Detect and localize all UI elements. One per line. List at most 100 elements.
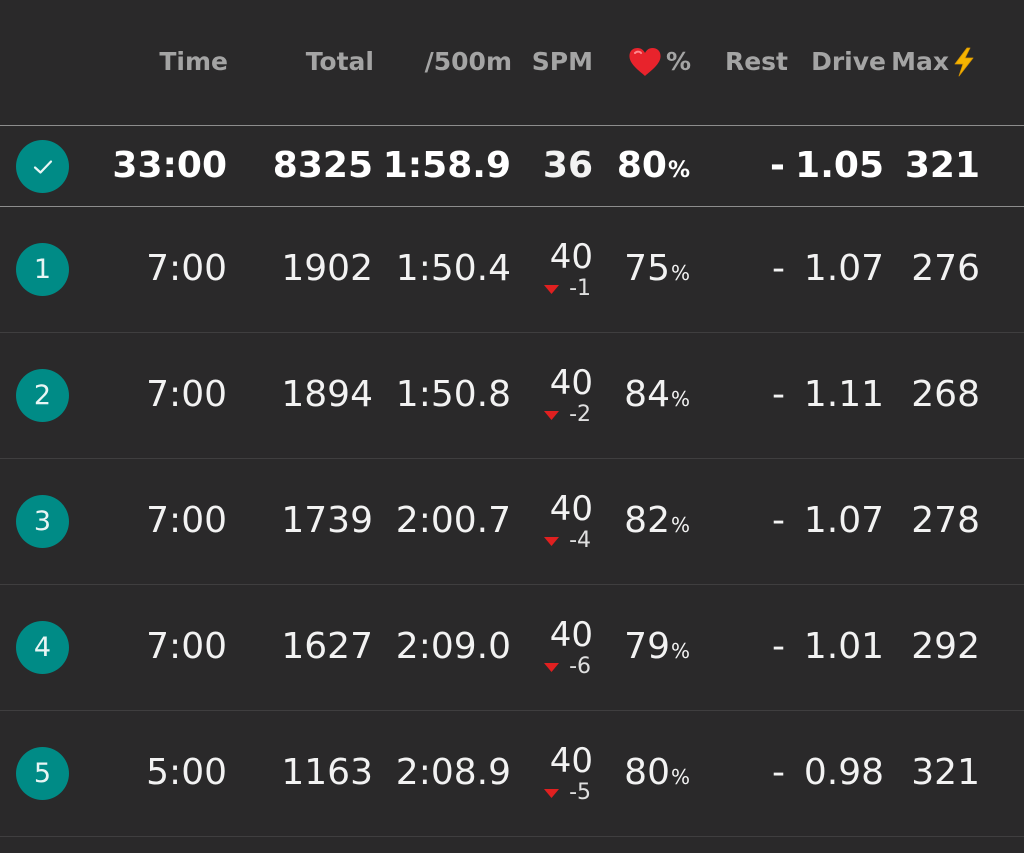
down-arrow-icon	[544, 284, 560, 294]
interval-time: 7:00	[146, 626, 227, 667]
interval-row-5[interactable]: 5 5:00 1163 2:08.9 40 -5 80% - 0.98 321	[0, 711, 1024, 837]
summary-total: 8325	[272, 145, 373, 186]
interval-heart-rate: 84%	[624, 375, 690, 419]
spm-delta-value: -2	[569, 402, 591, 427]
interval-total: 1739	[281, 500, 373, 541]
spm-delta-value: -6	[569, 654, 591, 679]
interval-number: 1	[33, 254, 52, 285]
interval-number: 2	[33, 380, 52, 411]
interval-pace: 1:50.4	[395, 248, 511, 289]
interval-hr-percent: %	[670, 765, 690, 789]
lightning-bolt-icon	[954, 47, 974, 77]
table-header: Time Total /500m SPM % Rest Drive Max	[0, 0, 1024, 126]
down-arrow-icon	[544, 536, 560, 546]
interval-row-1[interactable]: 1 7:00 1902 1:50.4 40 -1 75% - 1.07 276	[0, 207, 1024, 333]
interval-time: 7:00	[146, 374, 227, 415]
header-spm: SPM	[531, 47, 593, 76]
interval-total: 1163	[281, 752, 373, 793]
interval-hr-value: 79	[624, 626, 670, 667]
interval-total: 1902	[281, 248, 373, 289]
summary-hr-value: 80	[616, 145, 667, 186]
summary-pace: 1:58.9	[382, 145, 511, 186]
interval-drive: 1.07	[803, 248, 884, 289]
interval-spm-delta: -5	[544, 781, 591, 805]
summary-heart-rate: 80%	[617, 146, 690, 191]
interval-heart-rate: 75%	[624, 249, 690, 293]
interval-drive: 1.11	[803, 374, 884, 415]
interval-row-2[interactable]: 2 7:00 1894 1:50.8 40 -2 84% - 1.11 268	[0, 333, 1024, 459]
spm-delta-value: -5	[569, 780, 591, 805]
interval-number: 5	[33, 758, 52, 789]
interval-spm: 40	[549, 237, 593, 277]
summary-hr-percent: %	[667, 158, 690, 183]
interval-rest: -	[772, 374, 785, 415]
spm-delta-value: -1	[569, 276, 591, 301]
down-arrow-icon	[544, 662, 560, 672]
header-heart-rate: %	[628, 46, 691, 78]
interval-hr-percent: %	[670, 639, 690, 663]
interval-heart-rate: 80%	[624, 753, 690, 797]
interval-rest: -	[772, 752, 785, 793]
interval-rest: -	[772, 626, 785, 667]
interval-number: 3	[33, 506, 52, 537]
heart-icon	[629, 48, 661, 76]
interval-spm-delta: -6	[544, 655, 591, 679]
interval-hr-value: 84	[624, 374, 670, 415]
header-time: Time	[159, 47, 228, 76]
interval-max-power: 276	[911, 248, 980, 289]
interval-hr-percent: %	[670, 513, 690, 537]
header-pace: /500m	[424, 47, 512, 76]
down-arrow-icon	[544, 788, 560, 798]
interval-heart-rate: 79%	[624, 627, 690, 671]
interval-badge[interactable]: 3	[16, 495, 69, 548]
header-drive: Drive	[811, 47, 886, 76]
interval-total: 1894	[281, 374, 373, 415]
interval-spm-delta: -4	[544, 529, 591, 553]
header-rest: Rest	[724, 47, 788, 76]
interval-hr-percent: %	[670, 261, 690, 285]
down-arrow-icon	[544, 410, 560, 420]
interval-max-power: 321	[911, 752, 980, 793]
interval-badge[interactable]: 4	[16, 621, 69, 674]
summary-row[interactable]: 33:00 8325 1:58.9 36 80% - 1.05 321	[0, 126, 1024, 207]
interval-pace: 2:00.7	[395, 500, 511, 541]
interval-spm: 40	[549, 741, 593, 781]
interval-number: 4	[33, 632, 52, 663]
interval-row-4[interactable]: 4 7:00 1627 2:09.0 40 -6 79% - 1.01 292	[0, 585, 1024, 711]
interval-max-power: 268	[911, 374, 980, 415]
summary-spm: 36	[542, 145, 593, 186]
interval-drive: 1.01	[803, 626, 884, 667]
header-hr-percent: %	[665, 47, 691, 76]
interval-pace: 2:08.9	[395, 752, 511, 793]
interval-rest: -	[772, 500, 785, 541]
interval-spm-delta: -2	[544, 403, 591, 427]
summary-time: 33:00	[112, 145, 227, 186]
summary-max-power: 321	[904, 145, 980, 186]
check-icon	[33, 159, 52, 174]
header-max-power: Max	[891, 46, 977, 78]
interval-spm: 40	[549, 615, 593, 655]
summary-badge[interactable]	[16, 140, 69, 193]
interval-hr-percent: %	[670, 387, 690, 411]
header-max-label: Max	[891, 47, 949, 76]
spm-delta-value: -4	[569, 528, 591, 553]
interval-time: 7:00	[146, 248, 227, 289]
interval-pace: 2:09.0	[395, 626, 511, 667]
interval-max-power: 292	[911, 626, 980, 667]
interval-hr-value: 80	[624, 752, 670, 793]
interval-row-3[interactable]: 3 7:00 1739 2:00.7 40 -4 82% - 1.07 278	[0, 459, 1024, 585]
interval-badge[interactable]: 5	[16, 747, 69, 800]
interval-drive: 1.07	[803, 500, 884, 541]
interval-time: 5:00	[146, 752, 227, 793]
interval-heart-rate: 82%	[624, 501, 690, 545]
interval-max-power: 278	[911, 500, 980, 541]
summary-drive: 1.05	[795, 145, 884, 186]
interval-badge[interactable]: 2	[16, 369, 69, 422]
interval-rest: -	[772, 248, 785, 289]
interval-time: 7:00	[146, 500, 227, 541]
interval-badge[interactable]: 1	[16, 243, 69, 296]
interval-spm: 40	[549, 363, 593, 403]
interval-total: 1627	[281, 626, 373, 667]
header-total: Total	[305, 47, 374, 76]
interval-hr-value: 75	[624, 248, 670, 289]
